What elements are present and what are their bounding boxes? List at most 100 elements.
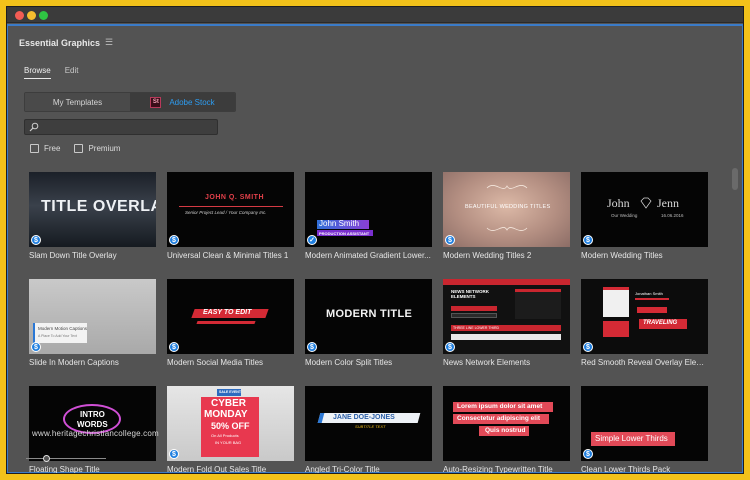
minimize-window-button[interactable] bbox=[27, 11, 36, 20]
premium-filter[interactable]: Premium bbox=[74, 144, 120, 153]
free-filter[interactable]: Free bbox=[30, 144, 60, 153]
reveal-block bbox=[603, 321, 629, 337]
scroll-thumb[interactable] bbox=[732, 168, 738, 190]
zoom-window-button[interactable] bbox=[39, 11, 48, 20]
template-card[interactable]: BEAUTIFUL WEDDING TITLES $ Modern Weddin… bbox=[443, 172, 570, 261]
thumb-name-left: John bbox=[607, 196, 630, 210]
thumb-red-line bbox=[196, 321, 256, 324]
template-card[interactable]: EASY TO EDIT $ Modern Social Media Title… bbox=[167, 279, 294, 368]
premium-dollar-icon: $ bbox=[583, 235, 593, 245]
template-label: Angled Tri-Color Title bbox=[305, 465, 380, 474]
source-switch: My Templates St Adobe Stock bbox=[24, 92, 236, 112]
template-thumbnail[interactable]: MODERN TITLE $ bbox=[305, 279, 432, 354]
free-checkbox[interactable] bbox=[30, 144, 39, 153]
template-label: Universal Clean & Minimal Titles 1 bbox=[167, 251, 289, 260]
thumb-title: EASY TO EDIT bbox=[203, 309, 252, 316]
thumb-subtitle: THREE LINE LOWER THIRD bbox=[453, 325, 500, 330]
template-thumbnail[interactable]: Jonathan Smith TRAVELING $ bbox=[581, 279, 708, 354]
thumb-title: MODERN TITLE bbox=[326, 308, 413, 320]
thumb-title: John Smith bbox=[319, 219, 360, 228]
template-card[interactable]: TITLE OVERLAY $ Slam Down Title Overlay bbox=[29, 172, 156, 261]
app-window: Essential Graphics ☰ Browse Edit My Temp… bbox=[6, 6, 744, 474]
thumb-title: BEAUTIFUL WEDDING TITLES bbox=[465, 204, 551, 210]
diamond-icon bbox=[640, 197, 652, 209]
thumb-subtitle: Our Wedding bbox=[611, 213, 638, 218]
template-thumbnail[interactable]: John Jenn Our Wedding 16.06.2016 $ bbox=[581, 172, 708, 247]
news-box-2 bbox=[451, 313, 497, 318]
template-thumbnail[interactable]: Modern Motion Captions A Place To Add Yo… bbox=[29, 279, 156, 354]
typewriter-text-1: Lorem ipsum dolor sit amet bbox=[457, 403, 543, 410]
close-window-button[interactable] bbox=[15, 11, 24, 20]
thumb-date: 16.06.2016 bbox=[661, 213, 684, 218]
template-label: Modern Color Split Titles bbox=[305, 358, 393, 367]
premium-dollar-icon: $ bbox=[31, 235, 41, 245]
news-panel bbox=[515, 289, 561, 319]
reveal-card bbox=[603, 287, 629, 317]
premium-dollar-icon: $ bbox=[169, 342, 179, 352]
my-templates-button[interactable]: My Templates bbox=[25, 93, 130, 111]
reveal-tag bbox=[637, 307, 667, 313]
thumb-title: JOHN Q. SMITH bbox=[205, 194, 265, 201]
template-thumbnail[interactable]: EASY TO EDIT $ bbox=[167, 279, 294, 354]
template-label: Modern Social Media Titles bbox=[167, 358, 264, 367]
thumb-subtitle: SUBTITLE TEXT bbox=[355, 424, 386, 429]
template-card[interactable]: John Smith PRODUCTION ASSISTANT ✓ Modern… bbox=[305, 172, 432, 261]
adobe-stock-icon: St bbox=[150, 96, 162, 108]
essential-graphics-panel: Essential Graphics ☰ Browse Edit My Temp… bbox=[7, 24, 743, 473]
template-thumbnail[interactable]: John Smith PRODUCTION ASSISTANT ✓ bbox=[305, 172, 432, 247]
template-thumbnail[interactable]: BEAUTIFUL WEDDING TITLES $ bbox=[443, 172, 570, 247]
premium-dollar-icon: $ bbox=[31, 342, 41, 352]
premium-dollar-icon: $ bbox=[169, 449, 179, 459]
thumb-title: INTRO bbox=[80, 410, 105, 419]
typewriter-text-2: Consectetur adipiscing elit bbox=[457, 415, 541, 422]
panel-title: Essential Graphics bbox=[19, 37, 101, 48]
template-card[interactable]: Lorem ipsum dolor sit amet Consectetur a… bbox=[443, 386, 570, 474]
template-thumbnail[interactable]: Lorem ipsum dolor sit amet Consectetur a… bbox=[443, 386, 570, 461]
template-thumbnail[interactable]: JOHN Q. SMITH Senior Project Lead / Your… bbox=[167, 172, 294, 247]
template-card[interactable]: Simple Lower Thirds $ Clean Lower Thirds… bbox=[581, 386, 708, 474]
template-card[interactable]: JOHN Q. SMITH Senior Project Lead / Your… bbox=[167, 172, 294, 261]
template-card[interactable]: John Jenn Our Wedding 16.06.2016 $ Moder… bbox=[581, 172, 708, 261]
template-label: Clean Lower Thirds Pack bbox=[581, 465, 671, 474]
template-card[interactable]: NEWS NETWORK ELEMENTS THREE LINE LOWER T… bbox=[443, 279, 570, 368]
thumb-title: TITLE OVERLAY bbox=[41, 198, 156, 215]
premium-dollar-icon: $ bbox=[445, 342, 455, 352]
hamburger-menu-icon[interactable]: ☰ bbox=[105, 37, 113, 48]
template-thumbnail[interactable]: SALE EVENT CYBER MONDAY 50% OFF On All P… bbox=[167, 386, 294, 461]
template-label: Auto-Resizing Typewritten Title bbox=[443, 465, 553, 474]
template-card[interactable]: JANE DOE-JONES SUBTITLE TEXT Angled Tri-… bbox=[305, 386, 432, 474]
template-label: Slide In Modern Captions bbox=[29, 358, 119, 367]
thumb-title: NEWS NETWORK ELEMENTS bbox=[451, 289, 489, 299]
reveal-line bbox=[635, 298, 669, 300]
thumb-subtitle: A Place To Add Your Text bbox=[38, 334, 77, 338]
watermark-text: www.heritagechristiancollege.com bbox=[32, 429, 159, 438]
thumb-name-right: Jenn bbox=[657, 196, 679, 210]
premium-checkbox[interactable] bbox=[74, 144, 84, 153]
template-label: Modern Animated Gradient Lower... bbox=[305, 251, 431, 260]
template-thumbnail[interactable]: TITLE OVERLAY $ bbox=[29, 172, 156, 247]
thumb-title: Modern Motion Captions bbox=[38, 326, 88, 331]
vertical-scrollbar[interactable] bbox=[732, 166, 738, 446]
thumbnail-size-slider[interactable] bbox=[26, 454, 106, 464]
adobe-stock-button[interactable]: St Adobe Stock bbox=[130, 93, 235, 111]
thumb-title: CYBER bbox=[211, 398, 247, 409]
template-card[interactable]: SALE EVENT CYBER MONDAY 50% OFF On All P… bbox=[167, 386, 294, 473]
template-label: Modern Wedding Titles bbox=[581, 251, 663, 260]
slider-handle[interactable] bbox=[42, 455, 50, 462]
template-card[interactable]: MODERN TITLE $ Modern Color Split Titles bbox=[305, 279, 432, 368]
thumb-tag: SALE EVENT bbox=[219, 390, 241, 394]
tab-edit[interactable]: Edit bbox=[65, 66, 79, 79]
tab-browse[interactable]: Browse bbox=[24, 66, 51, 79]
template-label: Floating Shape Title bbox=[29, 465, 100, 474]
panel-tabs: Browse Edit bbox=[24, 66, 78, 79]
template-card[interactable]: Jonathan Smith TRAVELING $ Red Smooth Re… bbox=[581, 279, 708, 368]
template-card[interactable]: Modern Motion Captions A Place To Add Yo… bbox=[29, 279, 156, 368]
template-thumbnail[interactable]: NEWS NETWORK ELEMENTS THREE LINE LOWER T… bbox=[443, 279, 570, 354]
my-templates-label: My Templates bbox=[52, 97, 103, 107]
template-thumbnail[interactable]: INTRO WORDS bbox=[29, 386, 156, 461]
search-input[interactable] bbox=[24, 119, 218, 135]
template-label: Red Smooth Reveal Overlay Elem... bbox=[581, 358, 708, 367]
template-thumbnail[interactable]: Simple Lower Thirds $ bbox=[581, 386, 708, 461]
template-thumbnail[interactable]: JANE DOE-JONES SUBTITLE TEXT bbox=[305, 386, 432, 461]
premium-dollar-icon: $ bbox=[583, 342, 593, 352]
